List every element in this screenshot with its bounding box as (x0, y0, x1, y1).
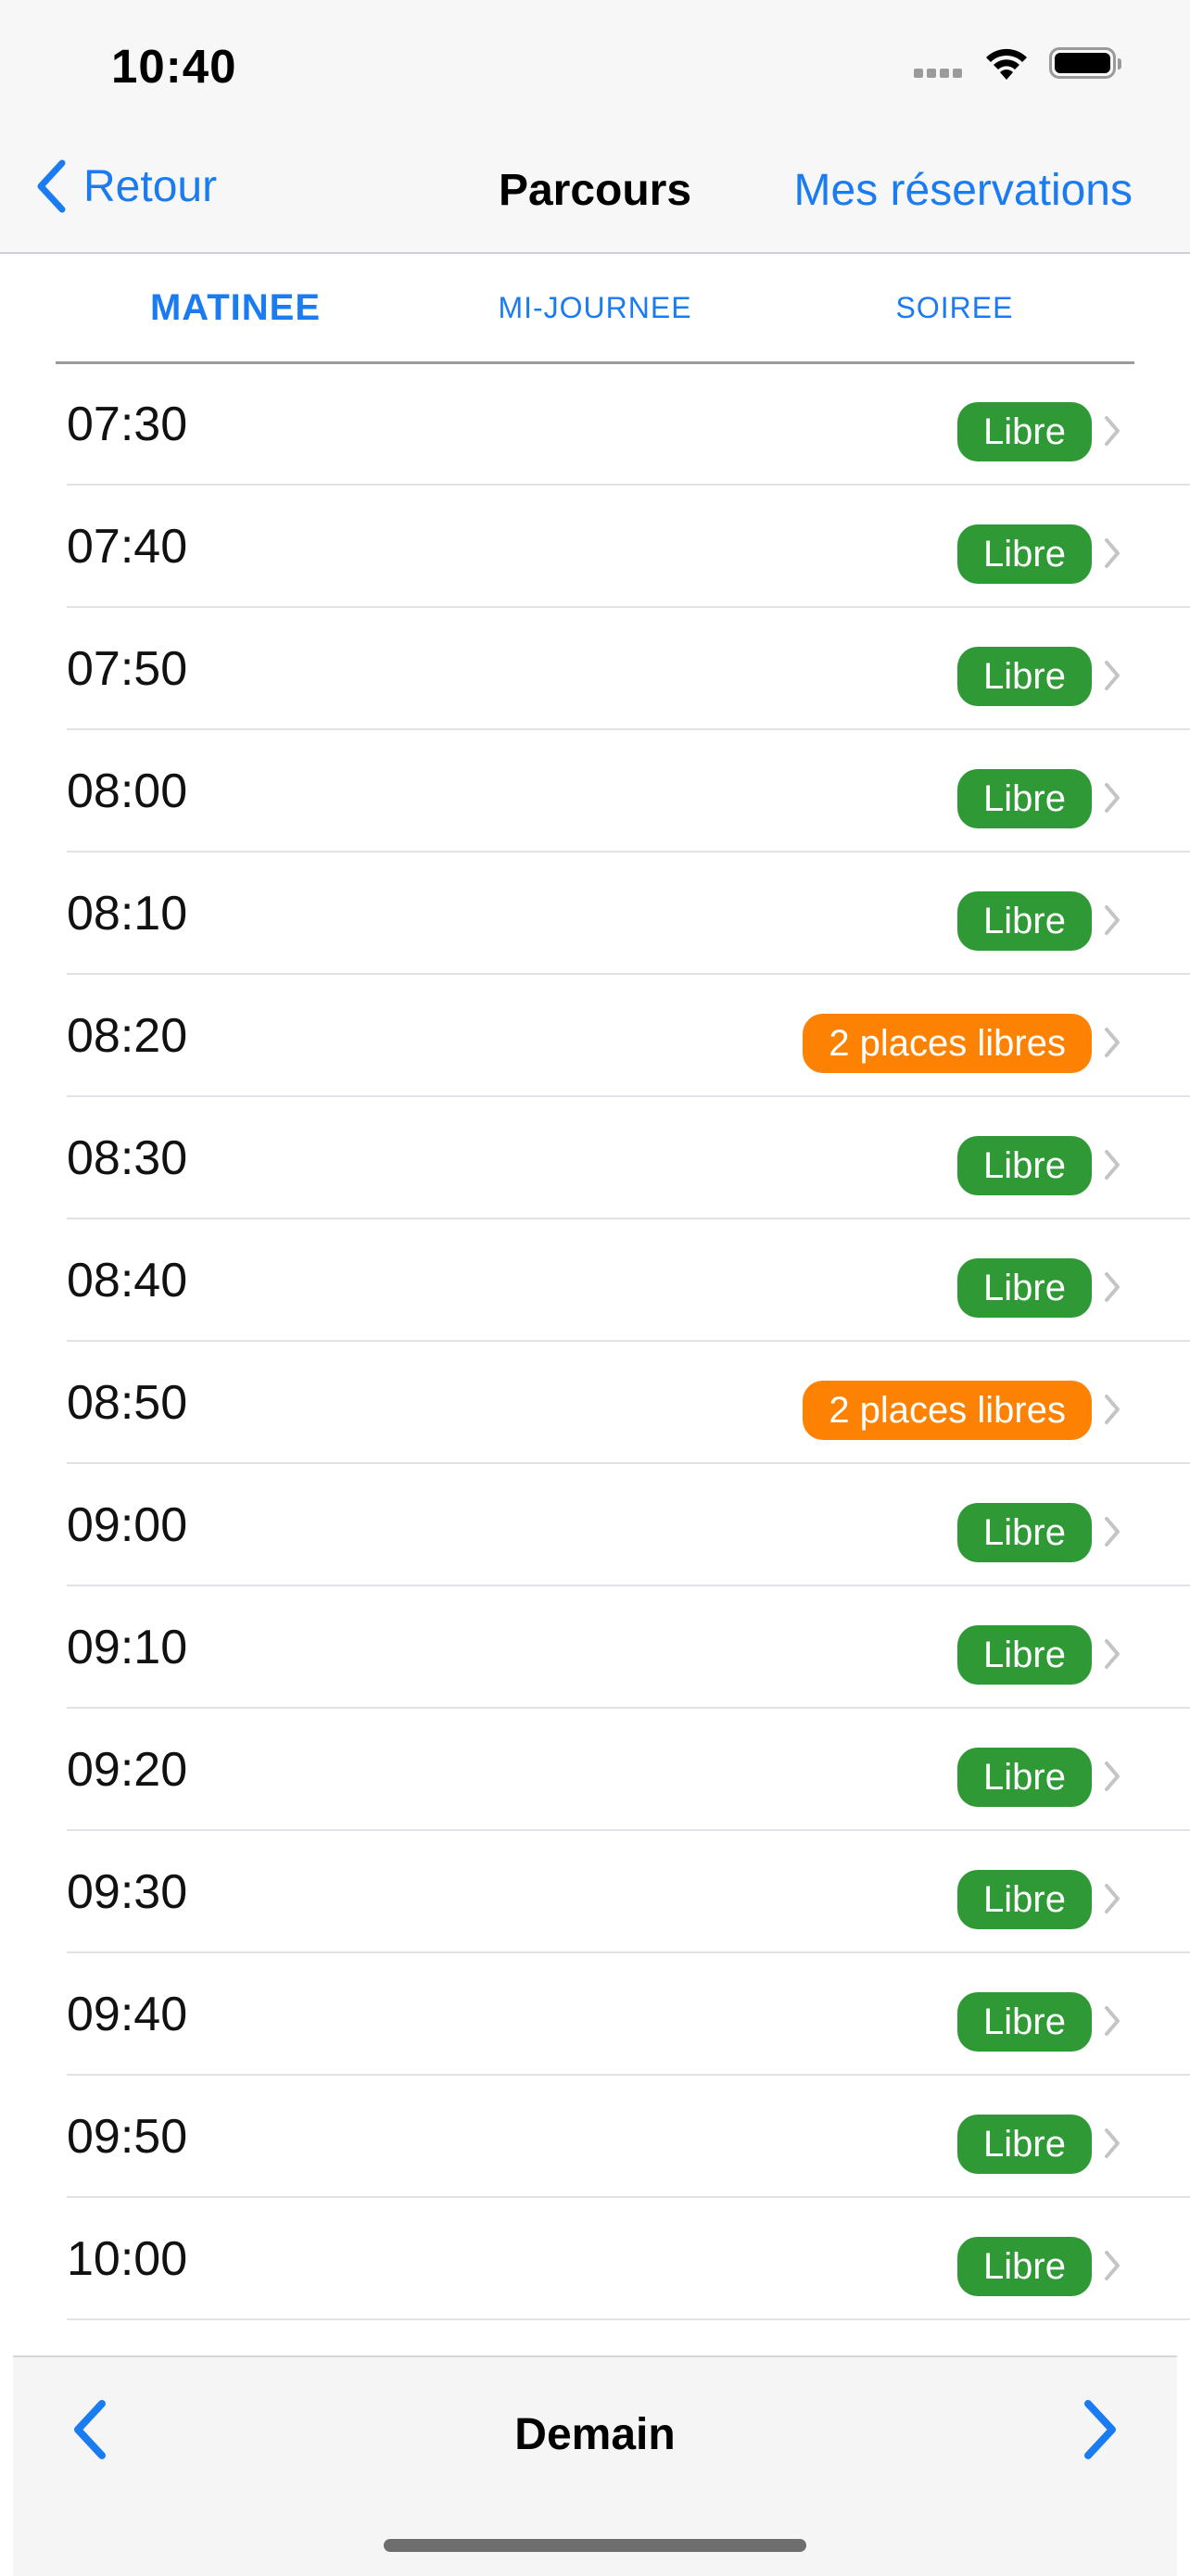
chevron-right-icon (1105, 1028, 1120, 1057)
back-button[interactable]: Retour (35, 159, 217, 213)
time-slot-row[interactable]: 09:10 Libre (0, 1586, 1190, 1709)
time-slot-row[interactable]: 08:30 Libre (0, 1097, 1190, 1219)
chevron-right-icon (1105, 783, 1120, 813)
time-slot-row[interactable]: 10:00 Libre (0, 2198, 1190, 2320)
chevron-right-icon (1105, 416, 1120, 446)
chevron-right-icon (1105, 2128, 1120, 2158)
time-slot-row[interactable]: 07:30 Libre (0, 363, 1190, 486)
status-icons (910, 44, 1121, 82)
availability-badge: Libre (957, 769, 1092, 828)
availability-badge: Libre (957, 1870, 1092, 1929)
time-slot-row[interactable]: 09:50 Libre (0, 2076, 1190, 2198)
availability-badge: Libre (957, 1992, 1092, 2052)
chevron-right-icon (1105, 1395, 1120, 1424)
tab-mi-journee[interactable]: MI-JOURNEE (415, 254, 775, 361)
slot-time: 08:00 (67, 764, 188, 818)
slot-time: 08:20 (67, 1009, 188, 1063)
time-slot-row[interactable]: 08:50 2 places libres (0, 1342, 1190, 1464)
status-time: 10:40 (111, 40, 237, 93)
availability-badge: 2 places libres (803, 1014, 1092, 1073)
day-label: Demain (514, 2410, 676, 2459)
time-slot-row[interactable]: 07:40 Libre (0, 486, 1190, 608)
slot-time: 09:40 (67, 1988, 188, 2041)
availability-badge: Libre (957, 1503, 1092, 1562)
slot-time: 09:20 (67, 1743, 188, 1797)
slot-time: 08:10 (67, 887, 188, 941)
slot-time: 10:00 (67, 2232, 188, 2286)
slot-time: 09:30 (67, 1865, 188, 1919)
chevron-right-icon (1105, 905, 1120, 935)
availability-badge: Libre (957, 2115, 1092, 2174)
availability-badge: Libre (957, 647, 1092, 706)
availability-badge: Libre (957, 1748, 1092, 1807)
slot-time: 09:00 (67, 1498, 188, 1552)
chevron-right-icon (1105, 1884, 1120, 1913)
time-slot-row[interactable]: 09:30 Libre (0, 1831, 1190, 1953)
wifi-icon (986, 48, 1027, 80)
availability-badge: Libre (957, 2237, 1092, 2296)
chevron-right-icon (1084, 2400, 1116, 2459)
back-label: Retour (83, 161, 218, 211)
my-reservations-button[interactable]: Mes réservations (794, 165, 1133, 216)
chevron-right-icon (1105, 1517, 1120, 1547)
chevron-left-icon (37, 159, 66, 213)
home-indicator[interactable] (384, 2539, 806, 2552)
period-tabs: MATINEE MI-JOURNEE SOIREE (56, 254, 1134, 364)
slot-time: 08:30 (67, 1131, 188, 1185)
slot-time: 07:40 (67, 520, 188, 574)
slot-time: 09:10 (67, 1621, 188, 1674)
tab-soiree[interactable]: SOIREE (775, 254, 1134, 361)
chevron-right-icon (1105, 661, 1120, 690)
chevron-right-icon (1105, 2006, 1120, 2036)
chevron-right-icon (1105, 1272, 1120, 1302)
battery-icon (1049, 47, 1121, 79)
chevron-right-icon (1105, 1639, 1120, 1669)
availability-badge: 2 places libres (803, 1381, 1092, 1440)
slot-time: 07:30 (67, 398, 188, 451)
time-slot-row[interactable]: 08:20 2 places libres (0, 975, 1190, 1097)
chevron-right-icon (1105, 2251, 1120, 2280)
availability-badge: Libre (957, 891, 1092, 951)
slot-time: 09:50 (67, 2110, 188, 2164)
availability-badge: Libre (957, 1136, 1092, 1195)
availability-badge: Libre (957, 402, 1092, 461)
chevron-right-icon (1105, 538, 1120, 568)
time-slot-row[interactable]: 07:50 Libre (0, 608, 1190, 730)
availability-badge: Libre (957, 1258, 1092, 1318)
time-slot-row[interactable]: 09:20 Libre (0, 1709, 1190, 1831)
cellular-icon (910, 48, 962, 78)
time-slot-row[interactable]: 08:40 Libre (0, 1219, 1190, 1342)
tee-time-list: 07:30 Libre 07:40 Libre 07:50 Libre 08:00 Libre… (0, 363, 1190, 2320)
slot-time: 08:50 (67, 1376, 188, 1430)
top-chrome: 10:40 Retour Parcours Mes réservations (0, 0, 1190, 254)
next-day-button[interactable] (1081, 2398, 1121, 2466)
chevron-right-icon (1105, 1762, 1120, 1791)
slot-time: 07:50 (67, 642, 188, 696)
time-slot-row[interactable]: 08:00 Libre (0, 730, 1190, 852)
availability-badge: Libre (957, 1625, 1092, 1685)
time-slot-row[interactable]: 09:40 Libre (0, 1953, 1190, 2076)
chevron-right-icon (1105, 1150, 1120, 1180)
time-slot-row[interactable]: 09:00 Libre (0, 1464, 1190, 1586)
time-slot-row[interactable]: 08:10 Libre (0, 852, 1190, 975)
tab-matinee[interactable]: MATINEE (56, 254, 415, 361)
availability-badge: Libre (957, 524, 1092, 584)
slot-time: 08:40 (67, 1254, 188, 1307)
